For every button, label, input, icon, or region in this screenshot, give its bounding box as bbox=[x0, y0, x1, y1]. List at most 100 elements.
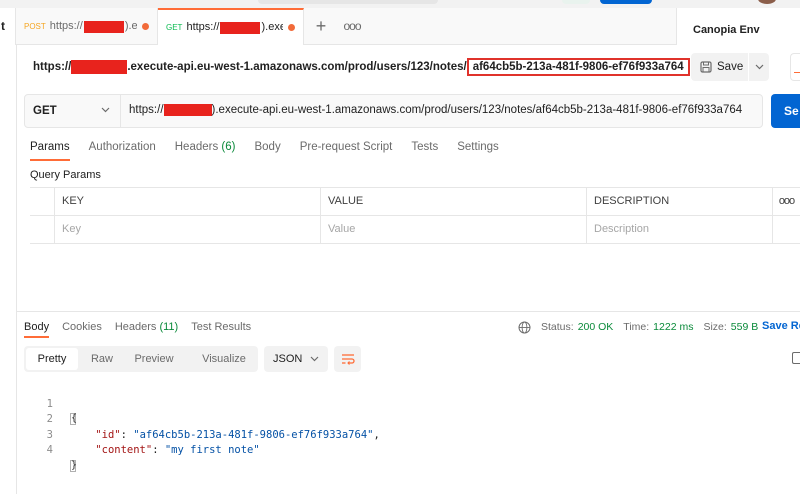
status-label: Status: bbox=[541, 321, 574, 333]
save-button-group: Save bbox=[691, 53, 769, 81]
response-meta: Status: 200 OK Time: 1222 ms Size: 559 B bbox=[518, 320, 768, 334]
chevron-down-icon bbox=[101, 107, 110, 113]
new-tab-button[interactable]: + bbox=[311, 8, 331, 45]
url-input[interactable]: https://).execute-api.eu-west-1.amazonaw… bbox=[129, 104, 742, 116]
request-tabs: Params Authorization Headers (6) Body Pr… bbox=[30, 137, 518, 163]
tab-test-results[interactable]: Test Results bbox=[191, 320, 251, 340]
tab-settings[interactable]: Settings bbox=[457, 137, 499, 163]
share-button-partial[interactable] bbox=[790, 53, 800, 81]
redaction bbox=[163, 104, 212, 116]
headers-count: (6) bbox=[221, 141, 236, 153]
save-button[interactable]: Save bbox=[691, 53, 748, 81]
request-tab-post[interactable]: POST https://).exe bbox=[16, 8, 158, 45]
value-input[interactable]: Value bbox=[320, 216, 586, 244]
response-body-editor[interactable]: 1 { 2 "id": "af64cb5b-213a-481f-9806-ef7… bbox=[24, 381, 380, 472]
response-headers-count: (11) bbox=[159, 321, 179, 333]
sidebar-edge: t bbox=[0, 8, 16, 45]
table-row: Key Value Description bbox=[30, 216, 800, 244]
chevron-down-icon bbox=[755, 64, 763, 70]
search-bar-partial[interactable] bbox=[258, 0, 438, 4]
request-url-bar: GET https://).execute-api.eu-west-1.amaz… bbox=[24, 94, 763, 128]
copy-icon[interactable] bbox=[792, 352, 800, 364]
method-value: GET bbox=[33, 105, 57, 117]
chevron-down-icon bbox=[310, 356, 319, 362]
query-params-label: Query Params bbox=[30, 169, 101, 181]
tab-title: https://).exe bbox=[186, 21, 283, 34]
highlighted-note-id: af64cb5b-213a-481f-9806-ef76f933a764 bbox=[466, 58, 690, 77]
request-title-row: https://.execute-api.eu-west-1.amazonaws… bbox=[17, 45, 800, 91]
line-number: 4 bbox=[46, 444, 53, 456]
query-params-table: KEY VALUE DESCRIPTION ooo Key Value Desc… bbox=[30, 187, 800, 244]
key-input[interactable]: Key bbox=[54, 216, 320, 244]
avatar[interactable] bbox=[758, 0, 776, 4]
format-pretty[interactable]: Pretty bbox=[26, 348, 78, 370]
status-value[interactable]: 200 OK bbox=[578, 321, 614, 333]
method-select[interactable]: GET bbox=[25, 95, 121, 127]
column-header-key: KEY bbox=[54, 188, 320, 216]
response-tabs: Body Cookies Headers (11) Test Results bbox=[24, 320, 264, 342]
code-line: 3 "content": "my first note" bbox=[24, 412, 260, 457]
unsaved-dot-icon bbox=[142, 23, 149, 30]
unsaved-dot-icon bbox=[288, 24, 295, 31]
tab-headers[interactable]: Headers (6) bbox=[175, 137, 236, 163]
tab-authorization[interactable]: Authorization bbox=[89, 137, 156, 163]
code-line: 2 "id": "af64cb5b-213a-481f-9806-ef76f93… bbox=[24, 397, 380, 441]
send-button[interactable]: Se bbox=[771, 94, 800, 128]
request-name[interactable]: https://.execute-api.eu-west-1.amazonaws… bbox=[33, 58, 690, 77]
json-value: "af64cb5b-213a-481f-9806-ef76f933a764" bbox=[133, 428, 374, 441]
format-preview[interactable]: Preview bbox=[132, 348, 176, 370]
row-checkbox[interactable] bbox=[30, 216, 54, 244]
checkbox-column-header bbox=[30, 188, 54, 216]
time-label: Time: bbox=[623, 321, 650, 333]
save-icon bbox=[700, 61, 712, 73]
column-header-description: DESCRIPTION bbox=[586, 188, 772, 216]
redaction bbox=[220, 21, 261, 34]
format-visualize[interactable]: Visualize bbox=[196, 348, 252, 370]
top-toolbar-strip bbox=[0, 0, 800, 8]
tab-body[interactable]: Body bbox=[254, 137, 280, 163]
table-options-button[interactable]: ooo bbox=[772, 188, 800, 216]
table-header-row: KEY VALUE DESCRIPTION ooo bbox=[30, 188, 800, 216]
column-header-value: VALUE bbox=[320, 188, 586, 216]
fold-brace[interactable]: { bbox=[70, 413, 77, 425]
save-options-button[interactable] bbox=[748, 53, 769, 81]
language-select[interactable]: JSON bbox=[264, 346, 328, 372]
size-label: Size: bbox=[703, 321, 727, 333]
primary-button-partial[interactable] bbox=[600, 0, 652, 4]
sidebar-divider bbox=[16, 45, 17, 494]
tab-options-button[interactable]: ooo bbox=[342, 8, 362, 45]
tab-cookies[interactable]: Cookies bbox=[62, 320, 102, 340]
format-raw[interactable]: Raw bbox=[86, 348, 118, 370]
tab-title: https://).exe bbox=[49, 20, 137, 33]
json-key: "id" bbox=[95, 428, 121, 441]
redaction bbox=[71, 60, 128, 74]
save-label: Save bbox=[717, 61, 744, 73]
tab-response-headers[interactable]: Headers (11) bbox=[115, 320, 178, 340]
json-key: "content" bbox=[95, 444, 153, 456]
description-input[interactable]: Description bbox=[586, 216, 772, 244]
wrap-lines-button[interactable] bbox=[334, 346, 361, 372]
body-format-toggle: Pretty Raw Preview Visualize bbox=[24, 346, 258, 372]
toolbar-item-partial[interactable] bbox=[562, 0, 590, 4]
tab-pre-request-script[interactable]: Pre-request Script bbox=[300, 137, 393, 163]
request-tab-get[interactable]: GET https://).exe bbox=[158, 8, 304, 45]
globe-icon[interactable] bbox=[518, 321, 531, 334]
wrap-lines-icon bbox=[341, 354, 355, 365]
row-spacer bbox=[772, 216, 800, 244]
environment-selector[interactable]: Canopia Env bbox=[676, 8, 800, 45]
language-value: JSON bbox=[273, 353, 303, 365]
tab-method: GET bbox=[166, 23, 183, 32]
code-line: 4 } bbox=[24, 428, 77, 472]
save-response-button[interactable]: Save Re bbox=[762, 320, 800, 332]
size-value[interactable]: 559 B bbox=[731, 321, 758, 333]
fold-brace[interactable]: } bbox=[70, 459, 77, 472]
redaction bbox=[83, 20, 124, 33]
tab-tests[interactable]: Tests bbox=[411, 137, 438, 163]
tab-method: POST bbox=[24, 22, 46, 31]
code-line: 1 { bbox=[24, 381, 77, 425]
time-value[interactable]: 1222 ms bbox=[653, 321, 693, 333]
pane-divider[interactable] bbox=[17, 311, 800, 312]
tab-response-body[interactable]: Body bbox=[24, 320, 50, 340]
json-value: "my first note" bbox=[164, 444, 260, 456]
tab-params[interactable]: Params bbox=[30, 137, 70, 163]
